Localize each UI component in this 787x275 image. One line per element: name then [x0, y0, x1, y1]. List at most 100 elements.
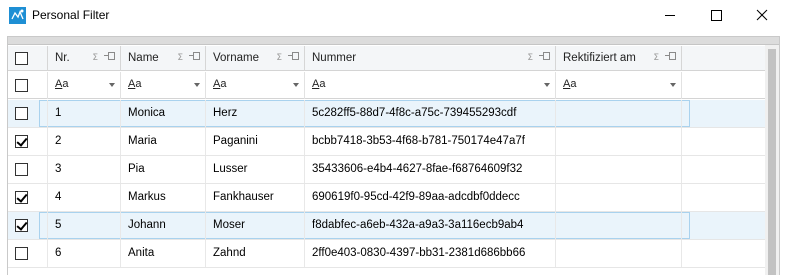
cell-nr[interactable]: 3 — [48, 156, 121, 183]
row-checkbox-cell — [8, 212, 48, 239]
cell-name[interactable]: Maria — [121, 128, 206, 155]
cell-rektifiziert[interactable] — [556, 212, 682, 239]
pin-icon[interactable] — [288, 52, 299, 60]
column-header-nummer[interactable]: Nummer Σ — [305, 46, 556, 71]
cell-nummer[interactable]: f8dabfec-a6eb-432a-a9a3-3a116ecb9ab4 — [305, 212, 556, 239]
cell-vorname[interactable]: Herz — [206, 100, 305, 127]
sum-icon[interactable]: Σ — [92, 53, 99, 63]
scrollbar-thumb[interactable] — [768, 49, 776, 275]
filter-name[interactable]: Aa — [121, 72, 206, 99]
sum-icon[interactable]: Σ — [653, 53, 660, 63]
pin-icon[interactable] — [539, 52, 550, 60]
filter-vorname[interactable]: Aa — [206, 72, 305, 99]
maximize-button[interactable] — [693, 0, 739, 31]
cell-text: Herz — [213, 107, 238, 119]
column-header-label: Nummer — [312, 52, 357, 64]
filter-nr[interactable]: Aa — [48, 72, 121, 99]
grid-header-row: Nr. Σ Name Σ Vorname Σ Nummer Σ Rektifiz… — [8, 46, 765, 71]
sum-icon[interactable]: Σ — [276, 53, 283, 63]
cell-text: Pia — [128, 163, 145, 175]
filter-operator: Aa — [213, 78, 227, 90]
cell-rektifiziert[interactable] — [556, 100, 682, 127]
column-header-rektifiziert[interactable]: Rektifiziert am Σ — [556, 46, 682, 71]
row-checkbox[interactable] — [15, 163, 28, 176]
cell-text: Anita — [128, 247, 155, 259]
filter-nummer[interactable]: Aa — [305, 72, 556, 99]
cell-text: Moser — [213, 219, 245, 231]
cell-text: Zahnd — [213, 247, 246, 259]
cell-text: 1 — [55, 107, 62, 119]
close-button[interactable] — [739, 0, 785, 31]
cell-text: 5c282ff5-88d7-4f8c-a75c-739455293cdf — [312, 107, 517, 119]
cell-rektifiziert[interactable] — [556, 128, 682, 155]
cell-text: 2ff0e403-0830-4397-bb31-2381d686bb66 — [312, 247, 526, 259]
row-checkbox-cell — [8, 128, 48, 155]
row-checkbox[interactable] — [15, 191, 28, 204]
cell-rektifiziert[interactable] — [556, 156, 682, 183]
chevron-down-icon[interactable] — [293, 83, 299, 87]
header-select-all-cell — [8, 46, 48, 71]
cell-text: 4 — [55, 191, 62, 203]
pin-icon[interactable] — [104, 52, 115, 60]
cell-name[interactable]: Markus — [121, 184, 206, 211]
row-checkbox[interactable] — [15, 247, 28, 260]
cell-vorname[interactable]: Fankhauser — [206, 184, 305, 211]
chevron-down-icon[interactable] — [194, 83, 200, 87]
column-header-name[interactable]: Name Σ — [121, 46, 206, 71]
sum-icon[interactable]: Σ — [177, 53, 184, 63]
cell-name[interactable]: Johann — [121, 212, 206, 239]
column-header-label: Name — [128, 52, 159, 64]
column-header-vorname[interactable]: Vorname Σ — [206, 46, 305, 71]
cell-text: 35433606-e4b4-4627-8fae-f68764609f32 — [312, 163, 523, 175]
chevron-down-icon[interactable] — [670, 83, 676, 87]
cell-vorname[interactable]: Paganini — [206, 128, 305, 155]
cell-nr[interactable]: 1 — [48, 100, 121, 127]
cell-nummer[interactable]: 690619f0-95cd-42f9-89aa-adcdbf0ddecc — [305, 184, 556, 211]
table-row[interactable]: 6 Anita Zahnd 2ff0e403-0830-4397-bb31-23… — [8, 240, 765, 268]
cell-vorname[interactable]: Moser — [206, 212, 305, 239]
cell-name[interactable]: Monica — [121, 100, 206, 127]
filter-checkbox[interactable] — [15, 79, 28, 92]
cell-nummer[interactable]: 5c282ff5-88d7-4f8c-a75c-739455293cdf — [305, 100, 556, 127]
minimize-button[interactable] — [647, 0, 693, 31]
column-header-label: Rektifiziert am — [563, 52, 636, 64]
table-row[interactable]: 3 Pia Lusser 35433606-e4b4-4627-8fae-f68… — [8, 156, 765, 184]
cell-vorname[interactable]: Zahnd — [206, 240, 305, 267]
cell-name[interactable]: Anita — [121, 240, 206, 267]
chevron-down-icon[interactable] — [109, 83, 115, 87]
table-row[interactable]: 5 Johann Moser f8dabfec-a6eb-432a-a9a3-3… — [8, 212, 765, 240]
personal-grid: Nr. Σ Name Σ Vorname Σ Nummer Σ Rektifiz… — [7, 36, 780, 275]
vertical-scrollbar[interactable] — [765, 45, 779, 275]
pin-icon[interactable] — [189, 52, 200, 60]
cell-nummer[interactable]: 2ff0e403-0830-4397-bb31-2381d686bb66 — [305, 240, 556, 267]
cell-nr[interactable]: 5 — [48, 212, 121, 239]
cell-nummer[interactable]: bcbb7418-3b53-4f68-b781-750174e47a7f — [305, 128, 556, 155]
row-checkbox[interactable] — [15, 107, 28, 120]
column-header-nr[interactable]: Nr. Σ — [48, 46, 121, 71]
cell-nr[interactable]: 6 — [48, 240, 121, 267]
cell-rektifiziert[interactable] — [556, 184, 682, 211]
table-row[interactable]: 2 Maria Paganini bcbb7418-3b53-4f68-b781… — [8, 128, 765, 156]
cell-name[interactable]: Pia — [121, 156, 206, 183]
cell-nr[interactable]: 2 — [48, 128, 121, 155]
row-checkbox[interactable] — [15, 135, 28, 148]
table-row[interactable]: 4 Markus Fankhauser 690619f0-95cd-42f9-8… — [8, 184, 765, 212]
row-checkbox[interactable] — [15, 219, 28, 232]
table-row[interactable]: 1 Monica Herz 5c282ff5-88d7-4f8c-a75c-73… — [8, 100, 765, 128]
app-logo-icon — [9, 7, 26, 24]
pin-icon[interactable] — [665, 52, 676, 60]
filter-rektifiziert[interactable]: Aa — [556, 72, 682, 99]
cell-nummer[interactable]: 35433606-e4b4-4627-8fae-f68764609f32 — [305, 156, 556, 183]
grid-filter-row: Aa Aa Aa Aa Aa — [8, 72, 765, 99]
window-title: Personal Filter — [32, 8, 110, 22]
cell-text: Markus — [128, 191, 166, 203]
sum-icon[interactable]: Σ — [527, 53, 534, 63]
chevron-down-icon[interactable] — [544, 83, 550, 87]
cell-text: Paganini — [213, 135, 258, 147]
cell-text: 3 — [55, 163, 62, 175]
cell-rektifiziert[interactable] — [556, 240, 682, 267]
cell-nr[interactable]: 4 — [48, 184, 121, 211]
cell-text: 690619f0-95cd-42f9-89aa-adcdbf0ddecc — [312, 191, 520, 203]
select-all-checkbox[interactable] — [15, 52, 28, 65]
cell-vorname[interactable]: Lusser — [206, 156, 305, 183]
